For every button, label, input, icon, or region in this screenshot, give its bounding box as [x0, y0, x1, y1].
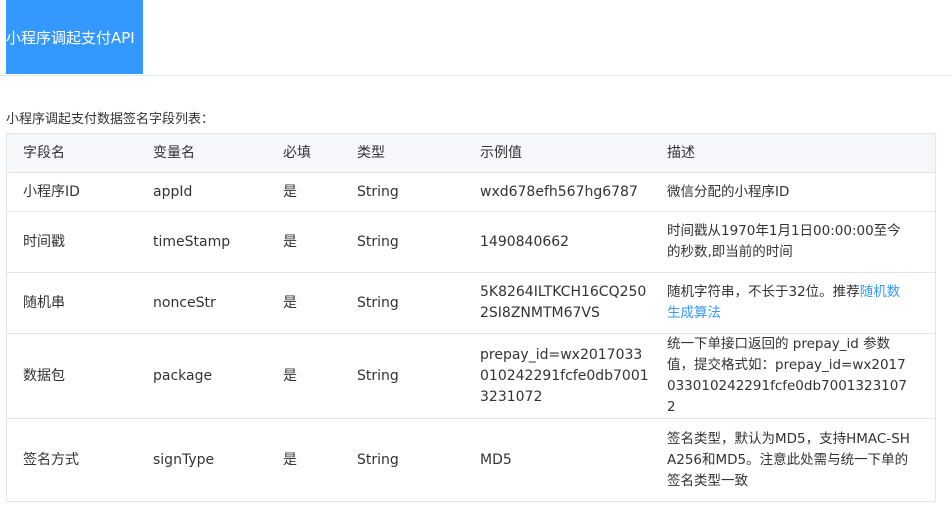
variable-name-cell: timeStamp [137, 211, 267, 273]
description-cell: 随机字符串，不长于32位。推荐随机数生成算法 [651, 272, 936, 334]
variable-name-cell: appId [137, 172, 267, 212]
table-row: 签名方式 signType 是 String MD5 签名类型，默认为MD5，支… [6, 418, 936, 502]
column-header: 示例值 [464, 133, 651, 173]
table-row: 数据包 package 是 String prepay_id=wx2017033… [6, 333, 936, 419]
description-cell: 时间戳从1970年1月1日00:00:00至今的秒数,即当前的时间 [651, 211, 936, 273]
required-cell: 是 [267, 172, 341, 212]
table-row: 时间戳 timeStamp 是 String 1490840662 时间戳从19… [6, 211, 936, 273]
type-cell: String [341, 333, 464, 419]
field-name-cell: 数据包 [6, 333, 137, 419]
example-cell: 1490840662 [464, 211, 651, 273]
description-cell: 签名类型，默认为MD5，支持HMAC-SHA256和MD5。注意此处需与统一下单… [651, 418, 936, 502]
table-header-row: 字段名 变量名 必填 类型 示例值 描述 [6, 133, 936, 173]
field-name-cell: 小程序ID [6, 172, 137, 212]
field-name-cell: 签名方式 [6, 418, 137, 502]
example-cell: wxd678efh567hg6787 [464, 172, 651, 212]
description-cell: 微信分配的小程序ID [651, 172, 936, 212]
column-header: 变量名 [137, 133, 267, 173]
required-cell: 是 [267, 272, 341, 334]
type-cell: String [341, 418, 464, 502]
description-text: 随机字符串，不长于32位。推荐 [667, 284, 860, 300]
type-cell: String [341, 272, 464, 334]
column-header: 必填 [267, 133, 341, 173]
table-row: 随机串 nonceStr 是 String 5K8264ILTKCH16CQ25… [6, 272, 936, 334]
example-cell: MD5 [464, 418, 651, 502]
variable-name-cell: nonceStr [137, 272, 267, 334]
example-cell: 5K8264ILTKCH16CQ2502SI8ZNMTM67VS [464, 272, 651, 334]
signature-fields-table: 字段名 变量名 必填 类型 示例值 描述 小程序ID appId 是 Strin… [6, 133, 936, 502]
required-cell: 是 [267, 211, 341, 273]
column-header: 描述 [651, 133, 936, 173]
table-row: 小程序ID appId 是 String wxd678efh567hg6787 … [6, 172, 936, 212]
tab-miniprogram-pay-api[interactable]: 小程序调起支付API [6, 0, 143, 74]
variable-name-cell: package [137, 333, 267, 419]
top-nav-bar: 小程序调起支付API [0, 0, 952, 76]
variable-name-cell: signType [137, 418, 267, 502]
table-caption: 小程序调起支付数据签名字段列表： [6, 112, 215, 127]
column-header: 类型 [341, 133, 464, 173]
type-cell: String [341, 172, 464, 212]
description-cell: 统一下单接口返回的 prepay_id 参数值，提交格式如：prepay_id=… [651, 333, 936, 419]
required-cell: 是 [267, 333, 341, 419]
field-name-cell: 随机串 [6, 272, 137, 334]
example-cell: prepay_id=wx2017033010242291fcfe0db70013… [464, 333, 651, 419]
type-cell: String [341, 211, 464, 273]
column-header: 字段名 [6, 133, 137, 173]
field-name-cell: 时间戳 [6, 211, 137, 273]
required-cell: 是 [267, 418, 341, 502]
